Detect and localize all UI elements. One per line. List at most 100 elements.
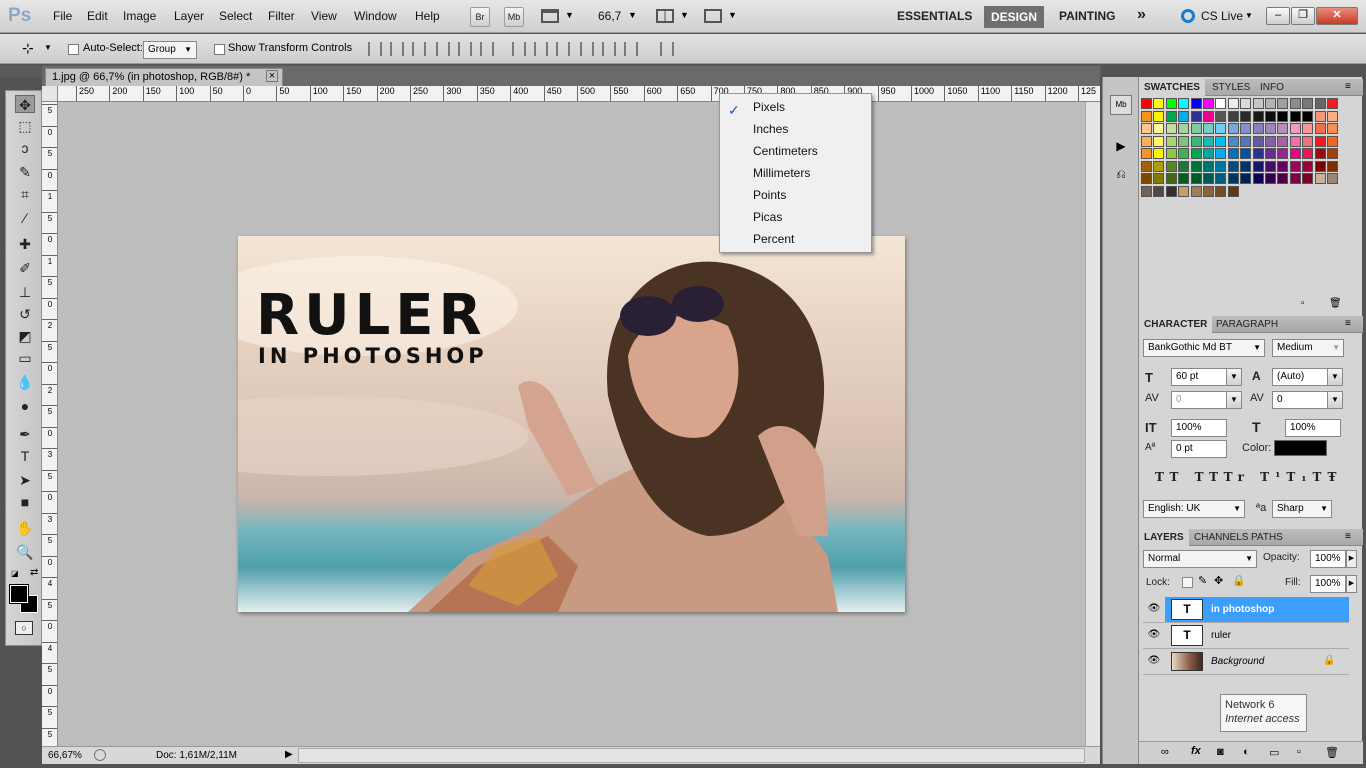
new-group-icon[interactable]: ▭	[1269, 746, 1279, 759]
align-bottom-icon[interactable]	[412, 42, 426, 56]
color-swatch[interactable]	[1302, 135, 1314, 147]
color-swatch[interactable]	[1314, 98, 1326, 109]
color-swatch[interactable]	[1190, 123, 1202, 134]
color-swatch[interactable]	[1203, 98, 1214, 109]
color-swatch[interactable]	[1252, 98, 1264, 109]
color-swatch[interactable]	[1215, 148, 1227, 159]
align-hcenter-icon[interactable]	[458, 42, 472, 56]
color-swatch[interactable]	[1302, 98, 1314, 109]
type-tool-icon[interactable]: T	[15, 447, 35, 465]
chevron-down-icon[interactable]: ▼	[680, 10, 689, 20]
lock-transparency-icon[interactable]	[1182, 577, 1193, 588]
chevron-down-icon[interactable]: ▼	[728, 10, 737, 20]
move-tool-icon[interactable]: ✥	[15, 95, 35, 113]
color-swatch[interactable]	[1215, 135, 1227, 147]
horizontal-ruler[interactable]: 250 200 150 100 50 0 50 100 150 200 250 300 350 400 45…	[42, 86, 1100, 102]
color-swatch[interactable]	[1203, 148, 1214, 159]
swap-colors-icon[interactable]: ⇄	[30, 567, 38, 578]
align-left-icon[interactable]	[436, 42, 450, 56]
layer-style-icon[interactable]: fx	[1191, 745, 1201, 757]
color-swatch[interactable]	[1252, 160, 1264, 172]
font-size-dropdown-icon[interactable]: ▼	[1226, 368, 1242, 386]
color-swatch[interactable]	[1153, 160, 1165, 172]
distribute-vcenter-icon[interactable]	[534, 42, 548, 56]
color-swatch[interactable]	[1153, 123, 1165, 134]
color-swatch[interactable]	[1265, 123, 1276, 134]
document-image[interactable]: RULER IN PHOTOSHOP	[238, 236, 905, 612]
color-swatch[interactable]	[1277, 135, 1289, 147]
opacity-input[interactable]: 100%	[1310, 550, 1346, 568]
color-swatch[interactable]	[1215, 123, 1227, 134]
color-swatch[interactable]	[1265, 173, 1276, 184]
color-swatch[interactable]	[1178, 135, 1190, 147]
color-swatch[interactable]	[1327, 123, 1338, 134]
visibility-eye-icon[interactable]: 👁	[1147, 655, 1161, 669]
quick-selection-tool-icon[interactable]: ✎	[15, 163, 35, 181]
color-swatch[interactable]	[1153, 110, 1165, 122]
align-vcenter-icon[interactable]	[390, 42, 404, 56]
crop-tool-icon[interactable]: ⌗	[15, 185, 35, 203]
vertical-scrollbar[interactable]	[1085, 102, 1100, 746]
kerning-input[interactable]: 0	[1171, 391, 1227, 409]
color-swatch[interactable]	[1215, 160, 1227, 172]
color-swatch[interactable]	[1141, 135, 1152, 147]
dodge-tool-icon[interactable]: ●	[15, 397, 35, 415]
vertical-scale-input[interactable]: 100%	[1171, 419, 1227, 437]
tracking-dropdown-icon[interactable]: ▼	[1327, 391, 1343, 409]
leading-input[interactable]: (Auto)	[1272, 368, 1328, 386]
layer-ruler[interactable]: 👁 T ruler	[1143, 623, 1349, 649]
show-transform-checkbox[interactable]	[214, 44, 225, 55]
color-swatch[interactable]	[1190, 98, 1202, 109]
color-swatch[interactable]	[1215, 185, 1227, 197]
healing-brush-tool-icon[interactable]: ✚	[15, 235, 35, 253]
default-colors-icon[interactable]: ◪	[11, 569, 19, 578]
color-swatch[interactable]	[1190, 135, 1202, 147]
color-swatch[interactable]	[1240, 110, 1252, 122]
language-dropdown[interactable]: English: UK ▼	[1143, 500, 1245, 518]
color-swatch[interactable]	[1190, 148, 1202, 159]
chevron-down-icon[interactable]: ▼	[565, 10, 574, 20]
color-swatch[interactable]	[1314, 160, 1326, 172]
close-button[interactable]: ✕	[1316, 7, 1358, 25]
workspace-essentials[interactable]: ESSENTIALS	[897, 9, 972, 23]
color-swatch[interactable]	[1178, 185, 1190, 197]
font-size-input[interactable]: 60 pt	[1171, 368, 1227, 386]
chevron-down-icon[interactable]: ▼	[628, 10, 637, 20]
menu-file[interactable]: File	[53, 9, 72, 23]
anti-alias-dropdown[interactable]: Sharp ▼	[1272, 500, 1332, 518]
distribute-right-icon[interactable]	[624, 42, 638, 56]
document-tab[interactable]: 1.jpg @ 66,7% (in photoshop, RGB/8#) * ×	[45, 68, 283, 86]
zoom-level[interactable]: 66,7	[598, 9, 621, 23]
menu-select[interactable]: Select	[219, 9, 252, 23]
color-swatch[interactable]	[1165, 185, 1177, 197]
distribute-left-icon[interactable]	[580, 42, 594, 56]
eyedropper-tool-icon[interactable]: ⁄	[15, 209, 35, 227]
new-layer-icon[interactable]: ▫	[1297, 746, 1301, 758]
color-swatch[interactable]	[1190, 160, 1202, 172]
cs-live-icon[interactable]	[1181, 9, 1195, 23]
tab-paragraph[interactable]: PARAGRAPH	[1211, 316, 1283, 333]
visibility-eye-icon[interactable]: 👁	[1147, 603, 1161, 617]
unit-millimeters[interactable]: Millimeters	[720, 162, 871, 184]
color-swatch[interactable]	[1227, 148, 1239, 159]
color-swatch[interactable]	[1252, 173, 1264, 184]
color-swatch[interactable]	[1141, 173, 1152, 184]
tab-layers[interactable]: LAYERS	[1139, 529, 1189, 546]
color-swatch[interactable]	[1227, 160, 1239, 172]
panel-menu-icon[interactable]: ≡	[1345, 318, 1351, 329]
pen-tool-icon[interactable]: ✒	[15, 425, 35, 443]
opacity-slider-arrow-icon[interactable]: ▶	[1346, 550, 1357, 568]
color-swatch[interactable]	[1265, 148, 1276, 159]
unit-points[interactable]: Points	[720, 184, 871, 206]
zoom-tool-icon[interactable]: 🔍	[15, 543, 35, 561]
panel-menu-icon[interactable]: ≡	[1345, 81, 1351, 92]
auto-select-checkbox[interactable]	[68, 44, 79, 55]
color-swatch[interactable]	[1289, 110, 1301, 122]
brush-tool-icon[interactable]: ✐	[15, 259, 35, 277]
status-menu-arrow-icon[interactable]: ▶	[285, 749, 293, 760]
color-swatch[interactable]	[1165, 148, 1177, 159]
lock-pixels-icon[interactable]: ✎	[1198, 574, 1207, 587]
mini-bridge-icon[interactable]: Mb	[1110, 95, 1132, 115]
color-swatch[interactable]	[1252, 110, 1264, 122]
color-swatch[interactable]	[1165, 98, 1177, 109]
